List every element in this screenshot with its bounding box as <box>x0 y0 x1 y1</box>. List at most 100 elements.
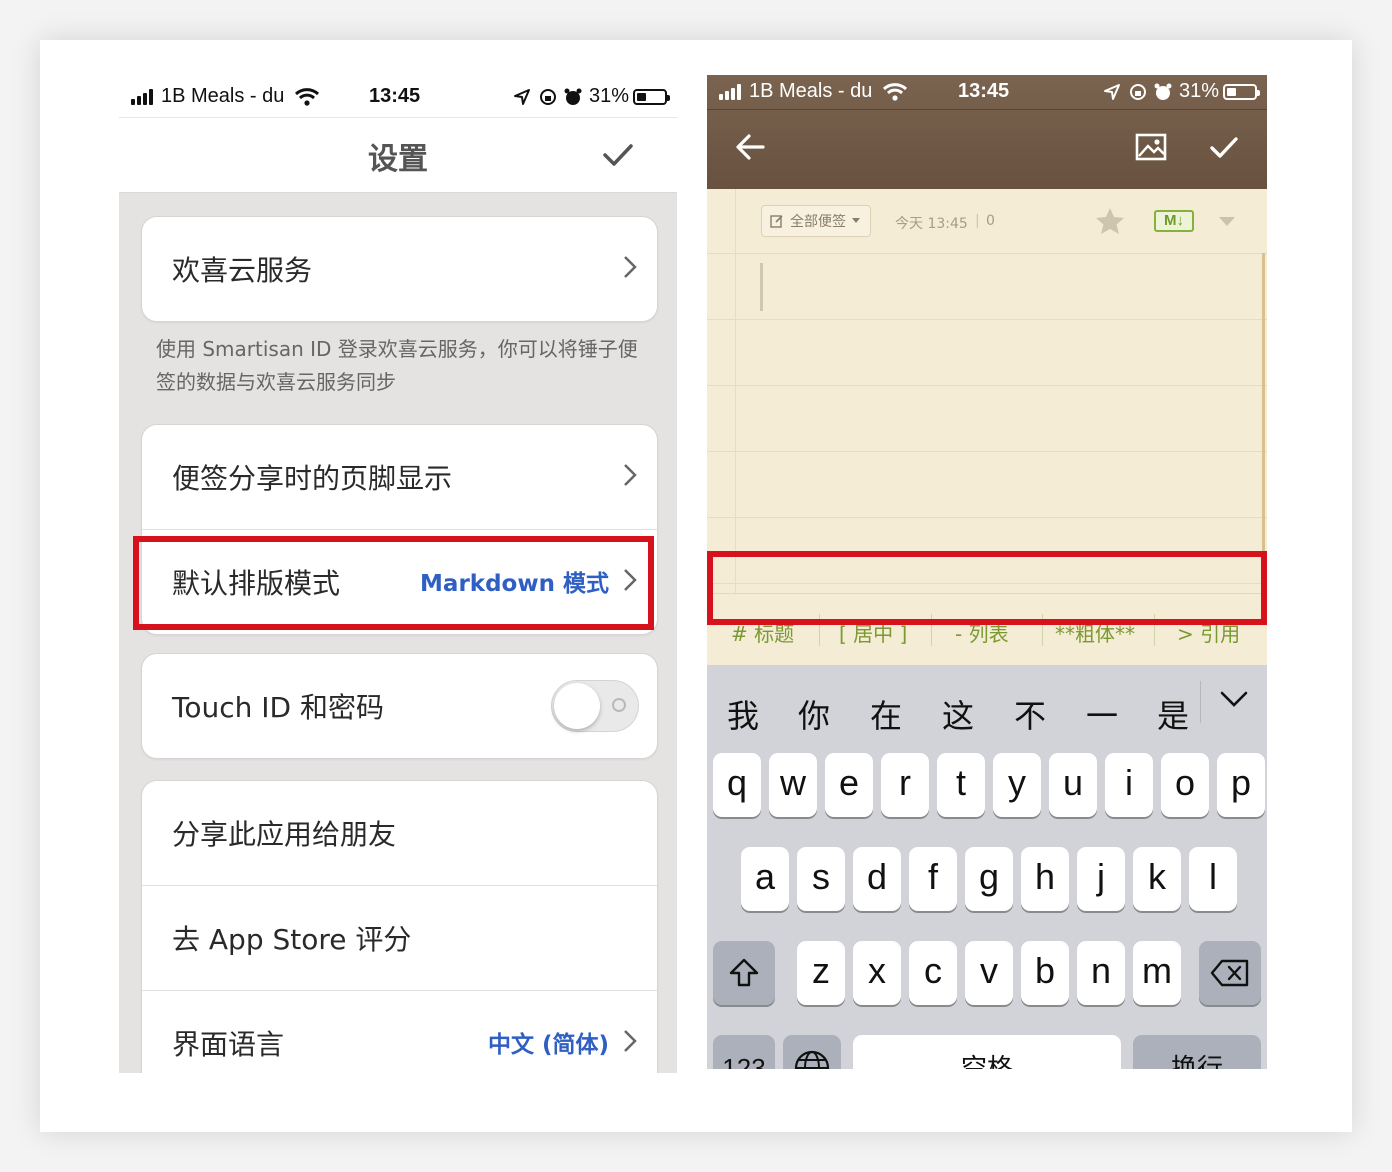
key-q[interactable]: q <box>713 753 761 817</box>
clock: 13:45 <box>958 80 1010 102</box>
battery-icon <box>1223 83 1260 100</box>
paper-edge <box>1262 253 1265 593</box>
candidate-word[interactable]: 是 <box>1157 691 1189 737</box>
candidate-word[interactable]: 我 <box>727 691 759 737</box>
text-cursor <box>760 263 763 311</box>
wifi-icon <box>883 82 908 101</box>
note-paper[interactable]: 全部便签 今天 13:45 | 0 M↓ <box>707 189 1267 593</box>
battery-icon <box>633 88 670 105</box>
clock: 13:45 <box>369 85 421 107</box>
misc-group: 分享此应用给朋友 去 App Store 评分 界面语言 中文 (简体) <box>141 780 658 1073</box>
candidate-word[interactable]: 不 <box>1014 691 1046 737</box>
share-app-label: 分享此应用给朋友 <box>172 818 397 851</box>
key-w[interactable]: w <box>769 753 817 817</box>
key-m[interactable]: m <box>1133 941 1181 1005</box>
key-f[interactable]: f <box>909 847 957 911</box>
cloud-group: 欢喜云服务 <box>141 216 658 322</box>
favorite-star-icon[interactable] <box>1095 207 1125 235</box>
key-z[interactable]: z <box>797 941 845 1005</box>
cellular-signal-icon <box>719 83 741 100</box>
dropdown-caret-icon <box>852 218 860 223</box>
key-x[interactable]: x <box>853 941 901 1005</box>
key-h[interactable]: h <box>1021 847 1069 911</box>
globe-key[interactable] <box>783 1035 841 1069</box>
key-t[interactable]: t <box>937 753 985 817</box>
done-check-icon[interactable] <box>1209 135 1239 161</box>
battery-percent: 31% <box>1178 80 1219 102</box>
footer-display-row[interactable]: 便签分享时的页脚显示 <box>142 425 657 530</box>
key-a[interactable]: a <box>741 847 789 911</box>
edit-note-icon <box>770 215 783 228</box>
candidate-word[interactable]: 在 <box>870 691 902 737</box>
navigation-bar: 设置 <box>119 117 677 193</box>
rotation-lock-icon <box>539 88 556 105</box>
cellular-signal-icon <box>131 88 153 105</box>
toggle-off-indicator-icon <box>612 698 626 712</box>
paper-rule <box>707 517 1267 518</box>
carrier-name: 1B Meals - du <box>161 85 285 107</box>
cloud-service-label: 欢喜云服务 <box>172 254 313 287</box>
language-label: 界面语言 <box>172 1028 285 1061</box>
key-c[interactable]: c <box>909 941 957 1005</box>
cloud-service-row[interactable]: 欢喜云服务 <box>142 217 657 321</box>
key-e[interactable]: e <box>825 753 873 817</box>
key-n[interactable]: n <box>1077 941 1125 1005</box>
toggle-knob <box>554 683 600 729</box>
language-row[interactable]: 界面语言 中文 (简体) <box>142 991 657 1073</box>
paper-rule <box>707 451 1267 452</box>
wifi-icon <box>295 87 320 106</box>
key-o[interactable]: o <box>1161 753 1209 817</box>
key-d[interactable]: d <box>853 847 901 911</box>
key-j[interactable]: j <box>1077 847 1125 911</box>
paper-rule <box>707 253 1267 254</box>
touch-id-toggle[interactable] <box>551 680 639 732</box>
candidate-word[interactable]: 你 <box>798 691 830 737</box>
insert-image-icon[interactable] <box>1135 133 1167 161</box>
key-g[interactable]: g <box>965 847 1013 911</box>
done-check-icon[interactable] <box>601 140 635 170</box>
language-value: 中文 (简体) <box>487 1032 609 1058</box>
delete-key[interactable] <box>1199 941 1261 1005</box>
more-caret-icon[interactable] <box>1219 217 1235 227</box>
expand-candidates-chevron-icon[interactable] <box>1219 689 1249 709</box>
paper-margin-line <box>735 189 736 593</box>
folder-selector[interactable]: 全部便签 <box>761 205 871 237</box>
key-k[interactable]: k <box>1133 847 1181 911</box>
key-p[interactable]: p <box>1217 753 1265 817</box>
security-group: Touch ID 和密码 <box>141 653 658 759</box>
chevron-right-icon <box>624 256 637 278</box>
candidate-word[interactable]: 这 <box>942 691 974 737</box>
location-arrow-icon <box>513 88 530 105</box>
default-mode-highlight <box>133 536 654 630</box>
key-r[interactable]: r <box>881 753 929 817</box>
folder-name: 全部便签 <box>790 214 846 230</box>
cloud-description: 使用 Smartisan ID 登录欢喜云服务，你可以将锤子便签的数据与欢喜云服… <box>156 337 638 394</box>
key-b[interactable]: b <box>1021 941 1069 1005</box>
markdown-badge[interactable]: M↓ <box>1154 210 1194 232</box>
key-i[interactable]: i <box>1105 753 1153 817</box>
key-y[interactable]: y <box>993 753 1041 817</box>
alarm-icon <box>564 88 582 105</box>
chevron-right-icon <box>624 464 637 486</box>
meta-divider: | <box>975 213 980 229</box>
share-app-row[interactable]: 分享此应用给朋友 <box>142 781 657 886</box>
page-title: 设置 <box>368 142 428 177</box>
return-key[interactable]: 换行 <box>1133 1035 1261 1069</box>
chevron-right-icon <box>624 1030 637 1052</box>
back-arrow-icon[interactable] <box>735 133 765 161</box>
space-key[interactable]: 空格 <box>853 1035 1121 1069</box>
touch-id-row: Touch ID 和密码 <box>142 654 657 758</box>
candidate-separator <box>1200 681 1201 723</box>
candidate-word[interactable]: 一 <box>1086 691 1118 737</box>
battery-percent: 31% <box>588 85 629 107</box>
rate-app-row[interactable]: 去 App Store 评分 <box>142 886 657 991</box>
carrier-name: 1B Meals - du <box>749 80 873 102</box>
screenshot-card: 1B Meals - du 13:45 31% 设置 欢喜云服务 使用 Smar <box>40 40 1352 1132</box>
key-s[interactable]: s <box>797 847 845 911</box>
shift-key[interactable] <box>713 941 775 1005</box>
key-u[interactable]: u <box>1049 753 1097 817</box>
markdown-toolbar-highlight <box>707 551 1267 625</box>
numbers-key[interactable]: 123 <box>713 1035 775 1069</box>
key-v[interactable]: v <box>965 941 1013 1005</box>
key-l[interactable]: l <box>1189 847 1237 911</box>
